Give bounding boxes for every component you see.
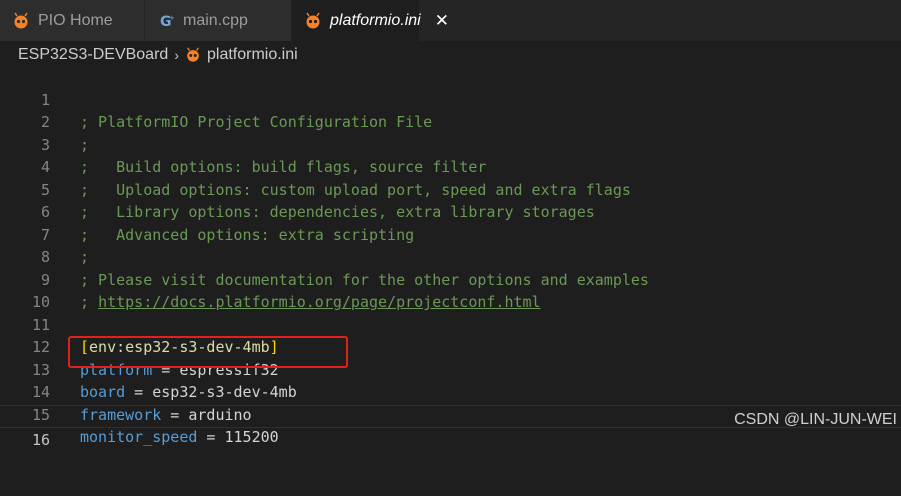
code-line[interactable]: 3 ; Build options: build flags, source f… — [0, 111, 901, 134]
annotation-highlight-box — [68, 336, 348, 368]
code-line[interactable]: 11 [env:esp32-s3-dev-4mb] — [0, 291, 901, 314]
breadcrumb-folder[interactable]: ESP32S3-DEVBoard — [18, 46, 168, 64]
code-line[interactable]: 10 — [0, 269, 901, 292]
svg-text:+: + — [169, 14, 175, 22]
code-line[interactable]: 2 ; — [0, 89, 901, 112]
chevron-right-icon: › — [174, 47, 179, 63]
tab-label: PIO Home — [38, 12, 113, 30]
config-entry: monitor_speed = 115200 — [80, 426, 279, 449]
tab-bar: PIO Home G + main.cpp platformio.ini ✕ — [0, 0, 901, 41]
breadcrumb: ESP32S3-DEVBoard › platformio.ini — [0, 41, 901, 68]
cpp-file-icon: G + — [159, 13, 175, 29]
tab-main-cpp[interactable]: G + main.cpp — [145, 0, 292, 41]
line-number: 16 — [0, 429, 50, 452]
code-line[interactable]: 6 ; Advanced options: extra scripting — [0, 179, 901, 202]
config-value: 115200 — [225, 428, 279, 446]
tab-pio-home[interactable]: PIO Home — [0, 0, 145, 41]
platformio-icon — [304, 12, 322, 30]
code-line[interactable]: 15 monitor_speed = 115200 — [0, 381, 901, 404]
config-key: monitor_speed — [80, 428, 197, 446]
code-line[interactable]: 4 ; Upload options: custom upload port, … — [0, 134, 901, 157]
code-line[interactable]: 8 ; Please visit documentation for the o… — [0, 224, 901, 247]
platformio-icon — [12, 12, 30, 30]
watermark: CSDN @LIN-JUN-WEI — [734, 411, 897, 429]
equals-sign: = — [197, 428, 224, 446]
code-editor[interactable]: 1 ; PlatformIO Project Configuration Fil… — [0, 66, 901, 435]
tab-label: main.cpp — [183, 12, 248, 30]
tab-platformio-ini[interactable]: platformio.ini ✕ — [292, 0, 420, 41]
code-line[interactable]: 1 ; PlatformIO Project Configuration Fil… — [0, 66, 901, 89]
code-line[interactable]: 7 ; — [0, 201, 901, 224]
tab-label: platformio.ini — [330, 12, 421, 30]
platformio-icon — [185, 47, 201, 63]
close-icon[interactable]: ✕ — [435, 11, 449, 31]
code-line[interactable]: 12 platform = espressif32 — [0, 314, 901, 337]
breadcrumb-file[interactable]: platformio.ini — [207, 46, 298, 64]
code-line[interactable]: 9 ; https://docs.platformio.org/page/pro… — [0, 246, 901, 269]
code-line[interactable]: 5 ; Library options: dependencies, extra… — [0, 156, 901, 179]
